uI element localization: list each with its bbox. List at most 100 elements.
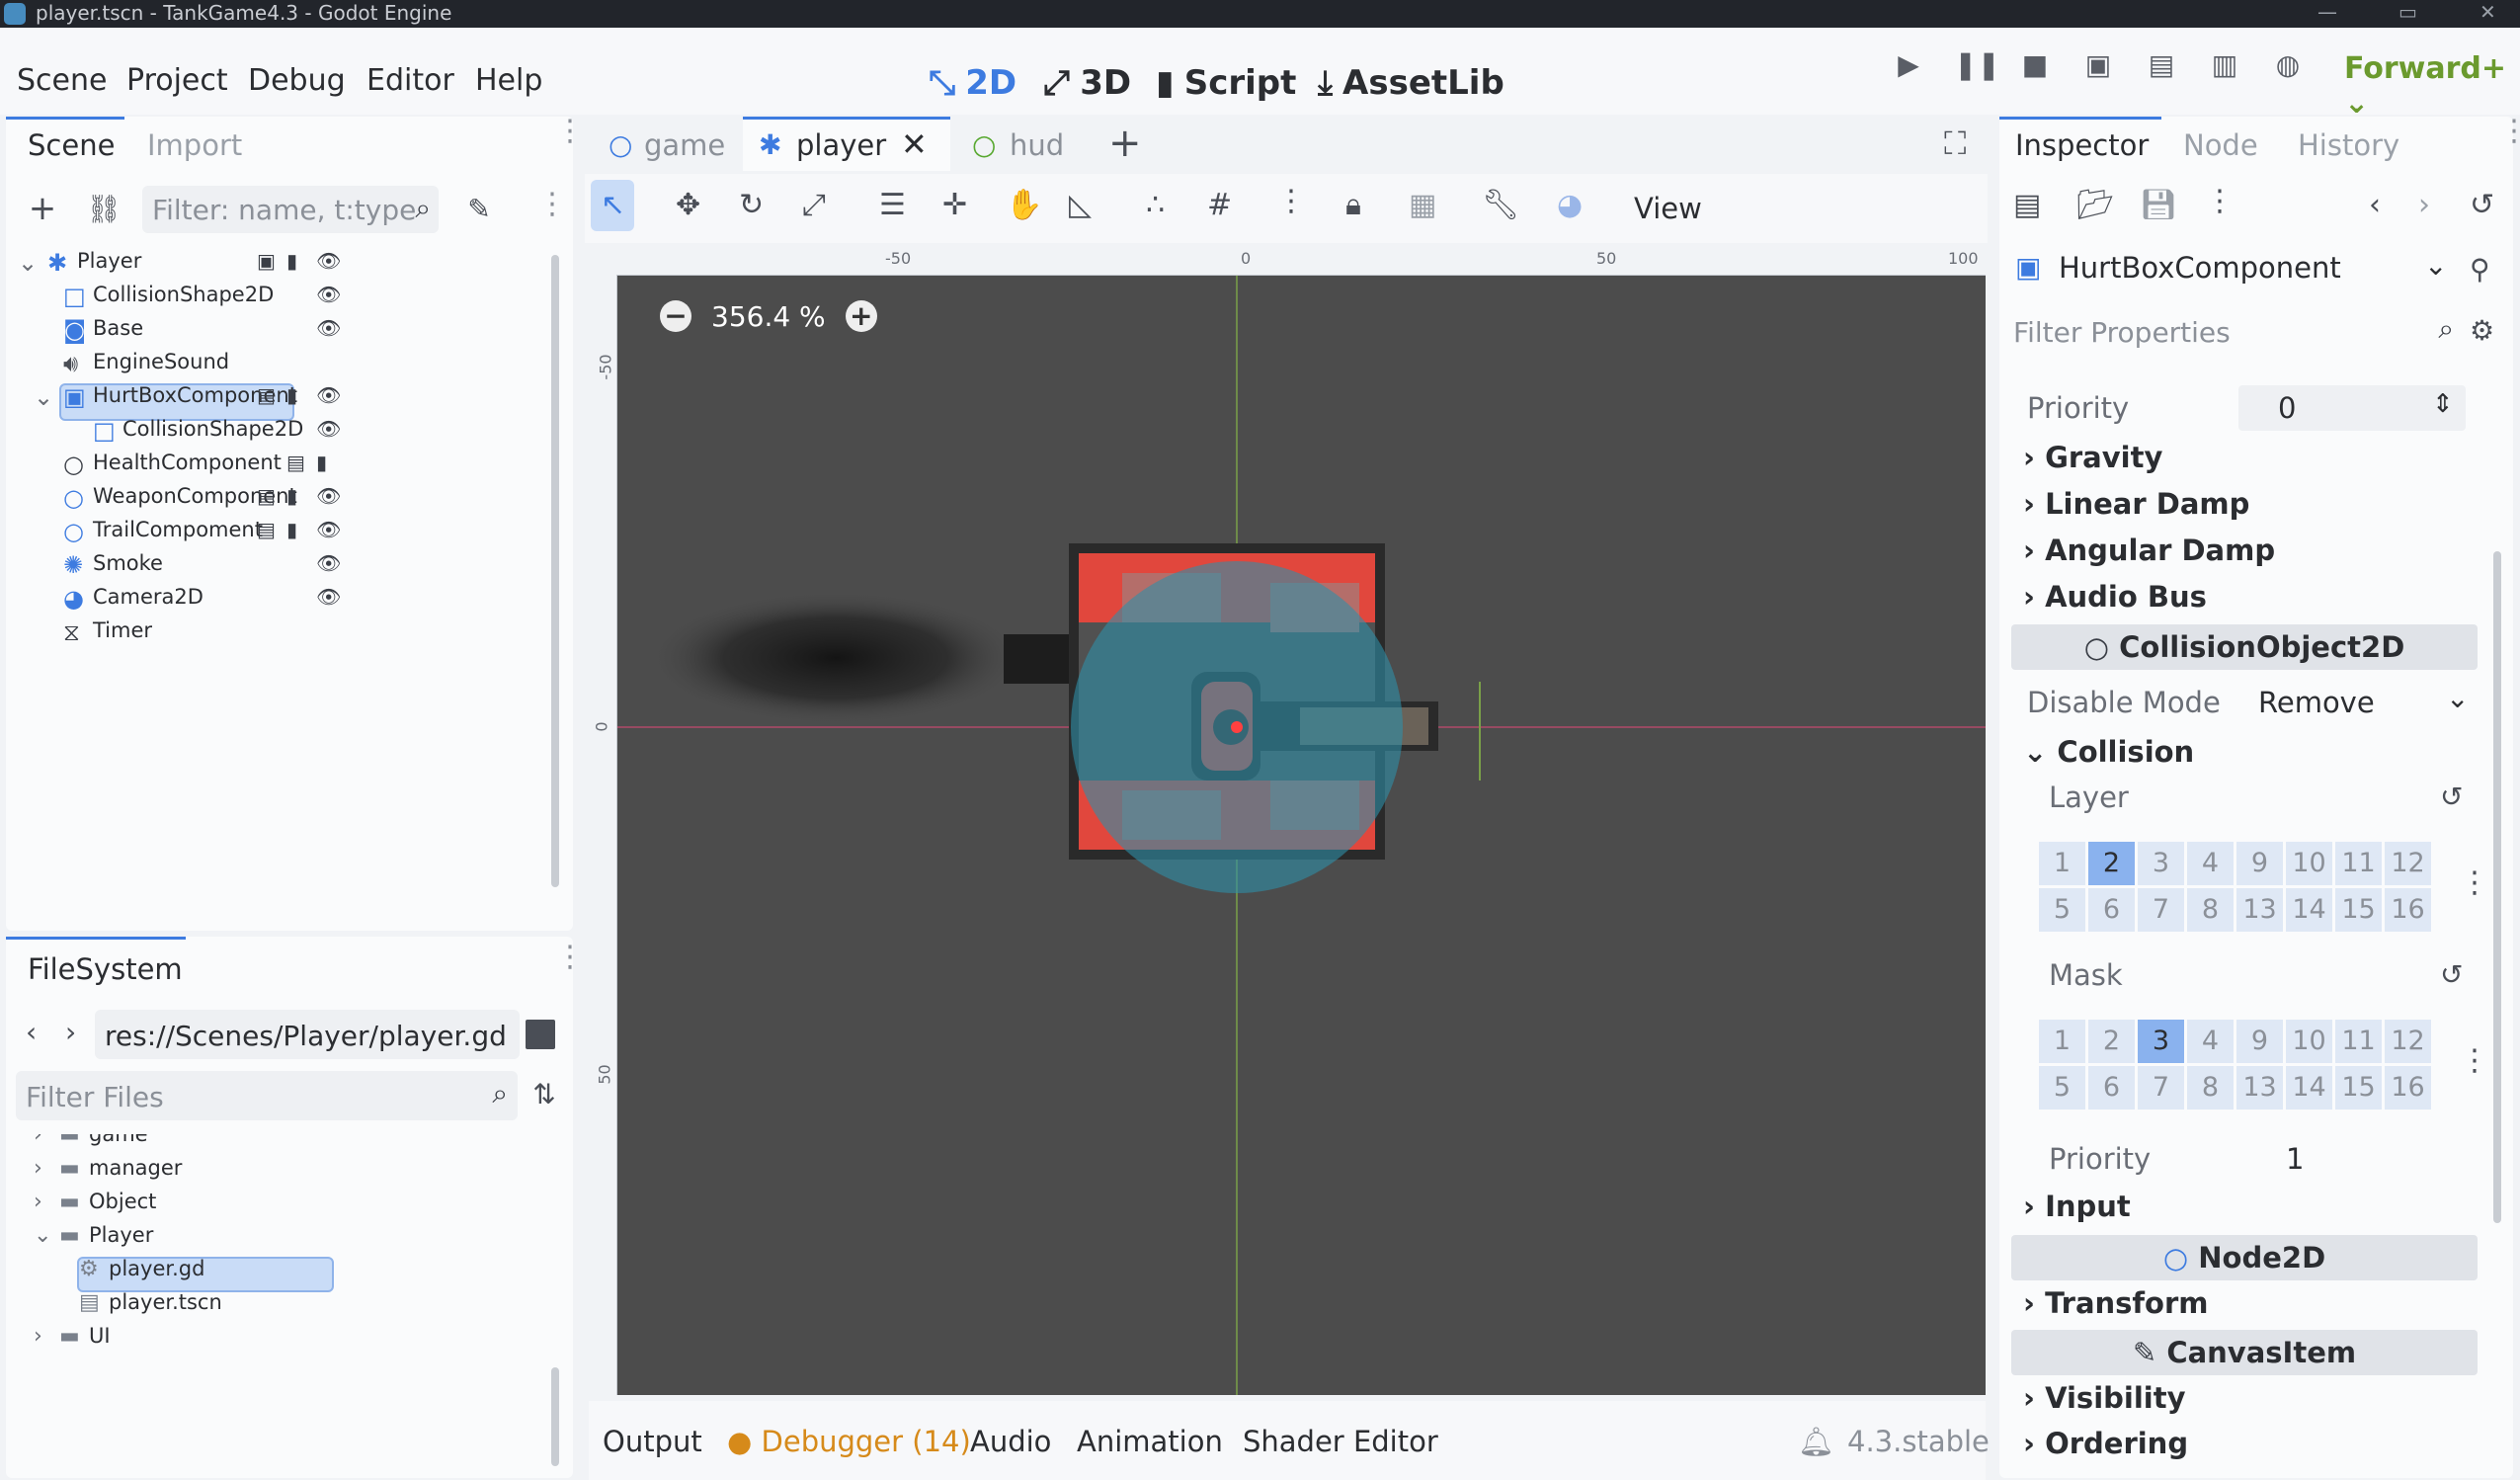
revert-mask-icon[interactable]: ↺ bbox=[2440, 958, 2463, 991]
dock-menu-icon[interactable]: ⋮ bbox=[555, 117, 585, 146]
visibility-eye-icon[interactable]: 👁︎ bbox=[316, 518, 341, 541]
scene-icon[interactable]: ▤ bbox=[257, 383, 276, 407]
group-gravity[interactable]: › Gravity bbox=[2023, 441, 2162, 474]
view-menu[interactable]: View bbox=[1634, 192, 1702, 225]
camera-override-icon[interactable]: ◕ bbox=[1557, 188, 1583, 222]
layer-bit-12[interactable]: 12 bbox=[2385, 842, 2431, 885]
resource-menu-icon[interactable]: ⋮ bbox=[2205, 184, 2235, 218]
layer-bit-4[interactable]: 4 bbox=[2187, 1020, 2234, 1063]
ruler-mode-icon[interactable]: ◺ bbox=[1069, 188, 1092, 222]
visibility-eye-icon[interactable]: 👁︎ bbox=[316, 484, 341, 508]
scene-filter-input[interactable]: Filter: name, t:type ⌕ bbox=[142, 186, 439, 233]
section-node2d[interactable]: ○ Node2D bbox=[2011, 1235, 2478, 1280]
scene-menu-icon[interactable]: ⋮ bbox=[537, 190, 567, 219]
rotate-mode-icon[interactable]: ↻ bbox=[739, 188, 764, 222]
priority2-field[interactable]: 1 bbox=[2238, 1136, 2476, 1182]
grid-snap-icon[interactable]: # bbox=[1207, 188, 1232, 222]
fs-item-game[interactable]: › ▬ game bbox=[6, 1134, 565, 1156]
spin-arrows-icon[interactable]: ⇕ bbox=[2432, 389, 2454, 419]
layer-bit-5[interactable]: 5 bbox=[2039, 888, 2085, 932]
layer-bit-11[interactable]: 11 bbox=[2335, 1020, 2382, 1063]
forward-icon[interactable]: › bbox=[65, 1016, 76, 1048]
canvas-viewport[interactable]: − 356.4 % + bbox=[589, 247, 1986, 1395]
layer-bit-1[interactable]: 1 bbox=[2039, 1020, 2085, 1063]
workspace-3d-button[interactable]: ⤢ 3D bbox=[1043, 63, 1131, 103]
group-icon[interactable]: ▣ bbox=[257, 249, 276, 273]
layer-bit-13[interactable]: 13 bbox=[2236, 1066, 2283, 1110]
tree-node-player[interactable]: ⌄ ✱ Player 👁︎ ▮ ▣ bbox=[18, 249, 553, 285]
tab-debugger[interactable]: ● Debugger (14) bbox=[727, 1425, 971, 1458]
lock-icon[interactable]: 🔒︎ bbox=[1345, 188, 1361, 222]
script-icon[interactable]: ▮ bbox=[316, 451, 327, 474]
expand-chevron-icon[interactable]: › bbox=[34, 1190, 42, 1214]
close-window-icon[interactable]: ✕ bbox=[2479, 0, 2496, 24]
scale-mode-icon[interactable]: ⤢ bbox=[802, 188, 826, 222]
layer-bit-6[interactable]: 6 bbox=[2088, 888, 2135, 932]
layer-bit-6[interactable]: 6 bbox=[2088, 1066, 2135, 1110]
zoom-level[interactable]: 356.4 % bbox=[711, 300, 826, 333]
tree-node-collisionshape2d[interactable]: □ CollisionShape2D 👁︎ bbox=[20, 283, 553, 318]
scene-icon[interactable]: ▤ bbox=[257, 484, 276, 508]
section-collisionobject2d[interactable]: ○ CollisionObject2D bbox=[2011, 624, 2478, 670]
pivot-mode-icon[interactable]: ✛ bbox=[942, 188, 967, 222]
add-node-icon[interactable]: + bbox=[26, 189, 59, 228]
minimize-icon[interactable]: — bbox=[2317, 0, 2337, 24]
pan-mode-icon[interactable]: ✋ bbox=[1006, 188, 1042, 222]
layer-bit-8[interactable]: 8 bbox=[2187, 1066, 2234, 1110]
history-back-icon[interactable]: ‹ bbox=[2369, 188, 2381, 222]
tab-import[interactable]: Import bbox=[147, 128, 242, 162]
object-selector[interactable]: ▣ HurtBoxComponent ⌄ bbox=[2003, 241, 2462, 296]
movie-maker-icon[interactable]: ◍ bbox=[2270, 47, 2306, 83]
layer-bit-10[interactable]: 10 bbox=[2286, 842, 2332, 885]
zoom-in-icon[interactable]: + bbox=[845, 300, 877, 332]
group-visibility[interactable]: › Visibility bbox=[2023, 1381, 2186, 1415]
close-tab-icon[interactable]: ✕ bbox=[901, 125, 928, 163]
select-mode-button[interactable]: ↖ bbox=[591, 180, 634, 231]
tab-shader-editor[interactable]: Shader Editor bbox=[1243, 1425, 1438, 1458]
group-collision[interactable]: ⌄ Collision bbox=[2023, 735, 2194, 769]
tree-node-collisionshape2d[interactable]: □ CollisionShape2D 👁︎ bbox=[20, 417, 553, 452]
skeleton-icon[interactable]: 🔧︎ bbox=[1482, 188, 1519, 222]
scene-tab-game[interactable]: ○ game bbox=[585, 117, 741, 168]
fs-item-player[interactable]: ⌄ ▬ Player bbox=[6, 1223, 565, 1257]
fs-scrollbar[interactable] bbox=[551, 1367, 559, 1466]
tab-inspector[interactable]: Inspector bbox=[2015, 128, 2149, 162]
tab-output[interactable]: Output bbox=[603, 1425, 702, 1458]
tab-filesystem[interactable]: FileSystem bbox=[28, 952, 183, 986]
notification-icon[interactable]: 🔔︎ bbox=[1798, 1425, 1834, 1459]
layer-bit-16[interactable]: 16 bbox=[2385, 1066, 2431, 1110]
renderer-select[interactable]: Forward+ ⌄ bbox=[2344, 51, 2520, 121]
layer-bit-2[interactable]: 2 bbox=[2088, 1020, 2135, 1063]
visibility-eye-icon[interactable]: 👁︎ bbox=[316, 249, 341, 273]
layer-bit-3[interactable]: 3 bbox=[2138, 1020, 2184, 1063]
mask-menu-icon[interactable]: ⋮ bbox=[2460, 1043, 2489, 1078]
disable-mode-select[interactable]: Remove ⌄ bbox=[2244, 680, 2478, 725]
layer-bit-3[interactable]: 3 bbox=[2138, 842, 2184, 885]
group-angular-damp[interactable]: › Angular Damp bbox=[2023, 534, 2275, 567]
tree-node-enginesound[interactable]: 🔊︎ EngineSound bbox=[20, 350, 553, 385]
revert-layer-icon[interactable]: ↺ bbox=[2440, 781, 2463, 813]
expand-chevron-icon[interactable]: › bbox=[34, 1134, 42, 1147]
inspector-dock-menu-icon[interactable]: ⋮ bbox=[2499, 117, 2520, 146]
menu-scene[interactable]: Scene bbox=[17, 63, 107, 98]
property-options-icon[interactable]: ⚙ bbox=[2470, 314, 2494, 347]
tab-history[interactable]: History bbox=[2298, 128, 2399, 162]
visibility-eye-icon[interactable]: 👁︎ bbox=[316, 585, 341, 609]
menu-editor[interactable]: Editor bbox=[366, 63, 454, 98]
list-select-icon[interactable]: ☰ bbox=[879, 188, 906, 222]
zoom-out-icon[interactable]: − bbox=[660, 300, 691, 332]
layer-bit-16[interactable]: 16 bbox=[2385, 888, 2431, 932]
layer-bit-14[interactable]: 14 bbox=[2286, 888, 2332, 932]
layer-bit-5[interactable]: 5 bbox=[2039, 1066, 2085, 1110]
snap-options-icon[interactable]: ⋮ bbox=[1276, 184, 1306, 218]
section-canvasitem[interactable]: ✎ CanvasItem bbox=[2011, 1330, 2478, 1375]
scene-icon[interactable]: ▤ bbox=[286, 451, 305, 474]
fs-path-field[interactable]: res://Scenes/Player/player.gd bbox=[95, 1010, 520, 1059]
play-custom-scene-icon[interactable]: ▥ bbox=[2207, 47, 2242, 83]
group-audio-bus[interactable]: › Audio Bus bbox=[2023, 580, 2207, 614]
layer-bit-2[interactable]: 2 bbox=[2088, 842, 2135, 885]
layer-bit-1[interactable]: 1 bbox=[2039, 842, 2085, 885]
layer-bit-14[interactable]: 14 bbox=[2286, 1066, 2332, 1110]
group-input[interactable]: › Input bbox=[2023, 1190, 2131, 1223]
script-icon[interactable]: ▮ bbox=[286, 249, 297, 273]
